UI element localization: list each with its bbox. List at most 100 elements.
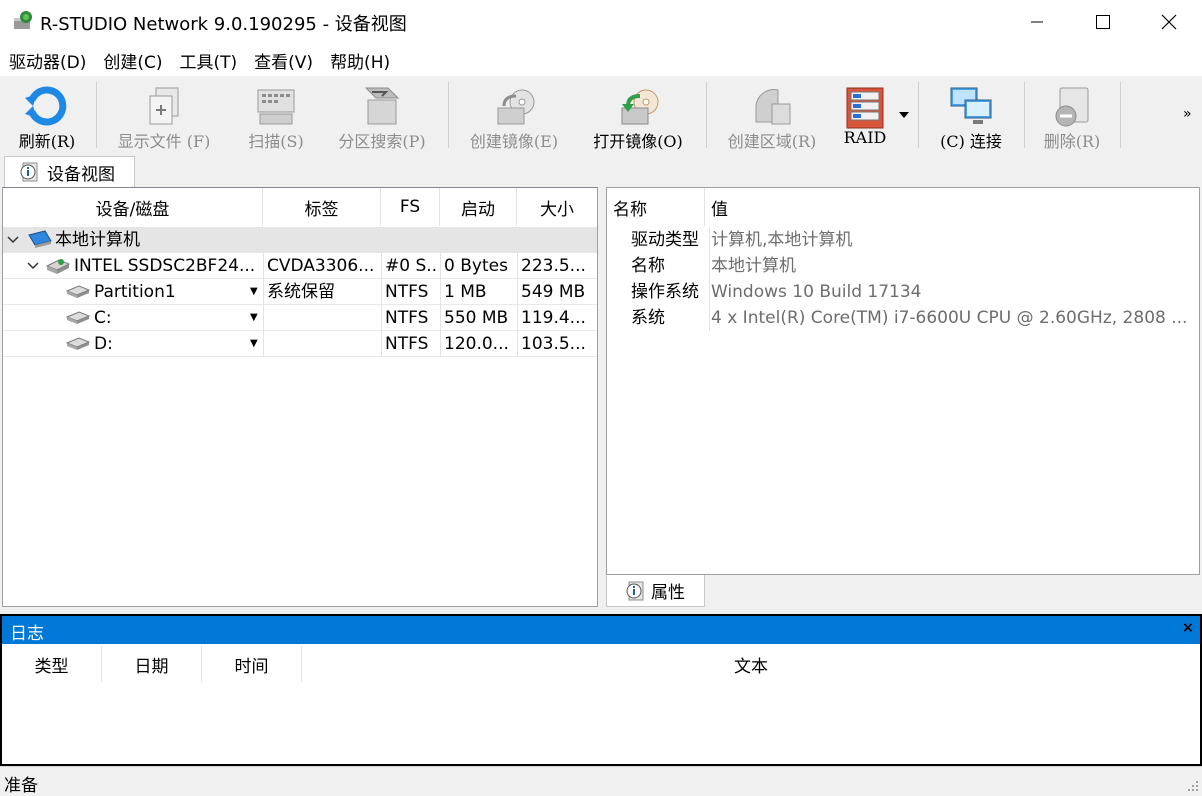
property-row[interactable]: 系统 4 x Intel(R) Core(TM) i7-6600U CPU @ … [607,305,1199,331]
tree-row-label [267,331,379,357]
property-row[interactable]: 名称 本地计算机 [607,253,1199,279]
property-value: Windows 10 Build 17134 [709,279,1195,305]
tree-row-fs: NTFS [385,334,429,354]
maximize-button[interactable] [1070,0,1136,44]
column-header-prop-value[interactable]: 值 [705,188,1199,226]
partition-icon [65,311,91,324]
column-header-prop-name[interactable]: 名称 [607,188,705,226]
column-divider [263,331,264,357]
maximize-icon [1096,15,1110,29]
property-value: 计算机,本地计算机 [709,227,1195,253]
column-divider [517,331,518,357]
column-divider [263,305,264,331]
partition-search-button[interactable]: 分区搜索(P) [330,76,434,154]
tree-row-local-computer[interactable]: 本地计算机 [3,227,597,253]
row-dropdown-icon[interactable]: ▼ [250,331,258,357]
close-button[interactable] [1136,0,1202,44]
title-bar: R-STUDIO Network 9.0.190295 - 设备视图 [0,0,1202,44]
open-image-icon [621,89,659,125]
tree-row-partition[interactable]: D: ▼ NTFS 120.0... 103.5... [3,331,597,357]
show-files-button[interactable]: 显示文件 (F) [104,76,224,154]
minimize-button[interactable] [1004,0,1070,44]
row-dropdown-icon[interactable]: ▼ [250,305,258,331]
column-header-label: 启动 [461,199,495,220]
tab-properties[interactable]: 属性 [606,575,705,607]
column-header-device[interactable]: 设备/磁盘 [3,188,263,226]
property-row[interactable]: 驱动类型 计算机,本地计算机 [607,227,1199,253]
raid-dropdown-button[interactable] [896,106,912,118]
log-column-type[interactable]: 类型 [2,646,102,682]
column-divider [440,253,441,279]
create-image-label: 创建镜像(E) [469,132,559,151]
show-files-label: 显示文件 (F) [117,132,211,151]
menu-view[interactable]: 查看(V) [245,48,321,73]
log-column-date[interactable]: 日期 [102,646,202,682]
tab-device-view-label: 设备视图 [47,164,115,185]
toolbar-separator [1024,82,1025,148]
info-icon [20,162,38,182]
scan-button[interactable]: 扫描(S) [238,76,314,154]
property-row[interactable]: 操作系统 Windows 10 Build 17134 [607,279,1199,305]
toolbar-separator [706,82,707,148]
minimize-icon [1031,21,1043,23]
toolbar-overflow-button[interactable]: » [1183,106,1192,122]
column-divider [517,253,518,279]
chevron-down-icon[interactable] [27,261,39,271]
column-header-label: 时间 [234,656,269,677]
tab-device-view[interactable]: 设备视图 [4,156,135,187]
tree-row-partition[interactable]: C: ▼ NTFS 550 MB 119.4... [3,305,597,331]
open-image-button[interactable]: 打开镜像(O) [584,76,692,154]
menu-tools[interactable]: 工具(T) [171,48,246,73]
raid-label: RAID [843,128,887,147]
toolbar-separator [448,82,449,148]
column-header-label-col[interactable]: 标签 [263,188,381,226]
column-header-label: 类型 [34,656,69,677]
tree-row-start: 0 Bytes [444,256,508,276]
log-column-time[interactable]: 时间 [202,646,302,682]
disk-icon [45,259,71,274]
partition-search-icon [364,87,400,125]
tree-row-partition[interactable]: Partition1 ▼ 系统保留 NTFS 1 MB 549 MB [3,279,597,305]
device-tree-panel: 设备/磁盘 标签 FS 启动 大小 本地计算机 INTEL SSDSC2BF24… [2,187,598,607]
tree-row-size: 223.5... [521,256,586,276]
toolbar: 刷新(R) 显示文件 (F) 扫描(S) 分区搜索(P) 创建镜像(E) 打开镜… [0,76,1202,154]
refresh-button[interactable]: 刷新(R) [4,76,90,154]
column-header-fs[interactable]: FS [381,188,440,226]
column-header-label: 标签 [304,199,339,220]
column-header-label: 设备/磁盘 [95,199,170,220]
log-title: 日志 [10,624,44,644]
menu-create[interactable]: 创建(C) [94,48,170,73]
tree-row-name: 本地计算机 [55,230,140,250]
chevron-down-icon[interactable] [7,235,19,245]
show-files-icon [149,87,179,125]
column-header-start[interactable]: 启动 [440,188,517,226]
tab-properties-label: 属性 [651,583,685,603]
network-computers-icon [950,87,992,124]
delete-drive-icon [1055,87,1089,127]
column-header-label: 日期 [134,656,169,677]
column-divider [517,279,518,305]
tree-row-label: CVDA3306... [267,256,375,276]
create-image-button[interactable]: 创建镜像(E) [458,76,570,154]
tree-row-disk[interactable]: INTEL SSDSC2BF24... CVDA3306... #0 S... … [3,253,597,279]
property-key: 系统 [631,308,665,328]
resize-grip-icon[interactable] [1186,779,1200,793]
tree-row-name: Partition1 [94,282,176,302]
partition-icon [65,285,91,298]
log-close-button[interactable]: × [1182,620,1194,636]
create-region-button[interactable]: 创建区域(R) [716,76,828,154]
connect-button[interactable]: (C) 连接 [928,76,1014,154]
log-column-text[interactable]: 文本 [302,646,1200,682]
menu-help[interactable]: 帮助(H) [321,48,398,73]
menu-drive[interactable]: 驱动器(D) [0,48,94,73]
row-dropdown-icon[interactable]: ▼ [250,279,258,305]
column-divider [381,305,382,331]
column-header-label: FS [399,197,421,217]
column-header-size[interactable]: 大小 [517,188,597,226]
computer-icon [28,230,52,248]
delete-button[interactable]: 删除(R) [1034,76,1110,154]
refresh-icon [25,86,67,126]
create-image-icon [497,89,535,125]
raid-button[interactable]: RAID [838,76,892,154]
tree-row-fs: NTFS [385,308,429,328]
